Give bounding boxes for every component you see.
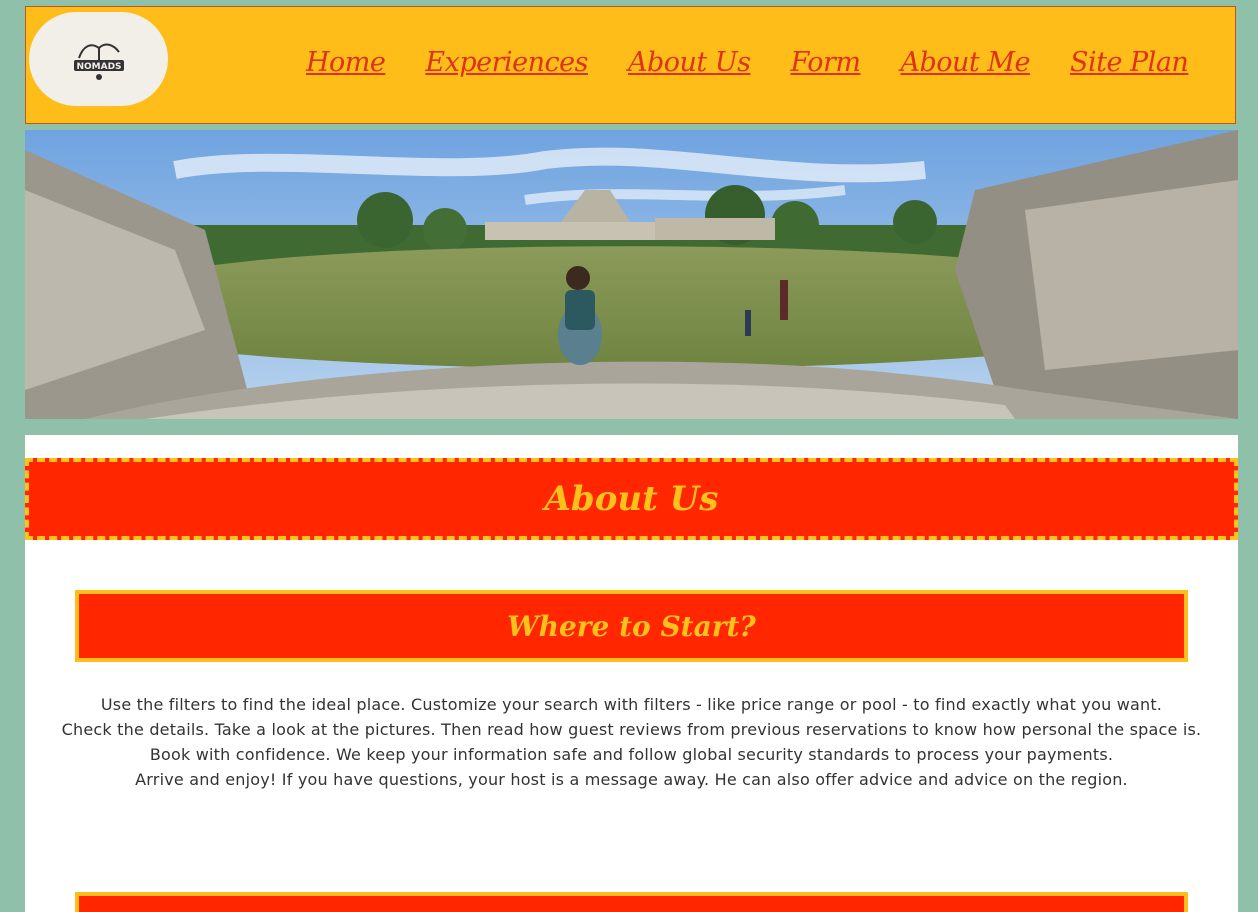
palm-wave-icon: NOMADS <box>73 43 124 80</box>
paragraph-line: Use the filters to find the ideal place.… <box>100 695 1163 714</box>
paragraph-line: Check the details. Take a look at the pi… <box>61 720 1202 739</box>
nav-about-us[interactable]: About Us <box>628 47 751 78</box>
intro-paragraph: Use the filters to find the ideal place.… <box>43 692 1220 792</box>
hero-panorama-image <box>25 130 1238 419</box>
section-title: Where to Start? <box>507 609 756 643</box>
about-us-main: About Us Where to Start? Use the filters… <box>25 435 1238 912</box>
next-section-band <box>75 892 1188 912</box>
svg-text:NOMADS: NOMADS <box>76 62 121 72</box>
nav-experiences[interactable]: Experiences <box>425 47 588 78</box>
panorama-photo <box>25 130 1238 419</box>
site-header: NOMADS Home Experiences About Us Form Ab… <box>25 6 1236 124</box>
nomads-logo[interactable]: NOMADS <box>29 12 168 106</box>
nav-form[interactable]: Form <box>790 47 861 78</box>
main-nav: Home Experiences About Us Form About Me … <box>306 47 1189 78</box>
section-title-band: Where to Start? <box>75 590 1188 662</box>
page-title-band: About Us <box>25 458 1238 540</box>
nav-home[interactable]: Home <box>306 47 386 78</box>
nav-about-me[interactable]: About Me <box>900 47 1030 78</box>
page-title: About Us <box>544 479 719 519</box>
paragraph-line: Book with confidence. We keep your infor… <box>149 745 1114 764</box>
nav-site-plan[interactable]: Site Plan <box>1070 47 1189 78</box>
paragraph-line: Arrive and enjoy! If you have questions,… <box>135 770 1128 789</box>
